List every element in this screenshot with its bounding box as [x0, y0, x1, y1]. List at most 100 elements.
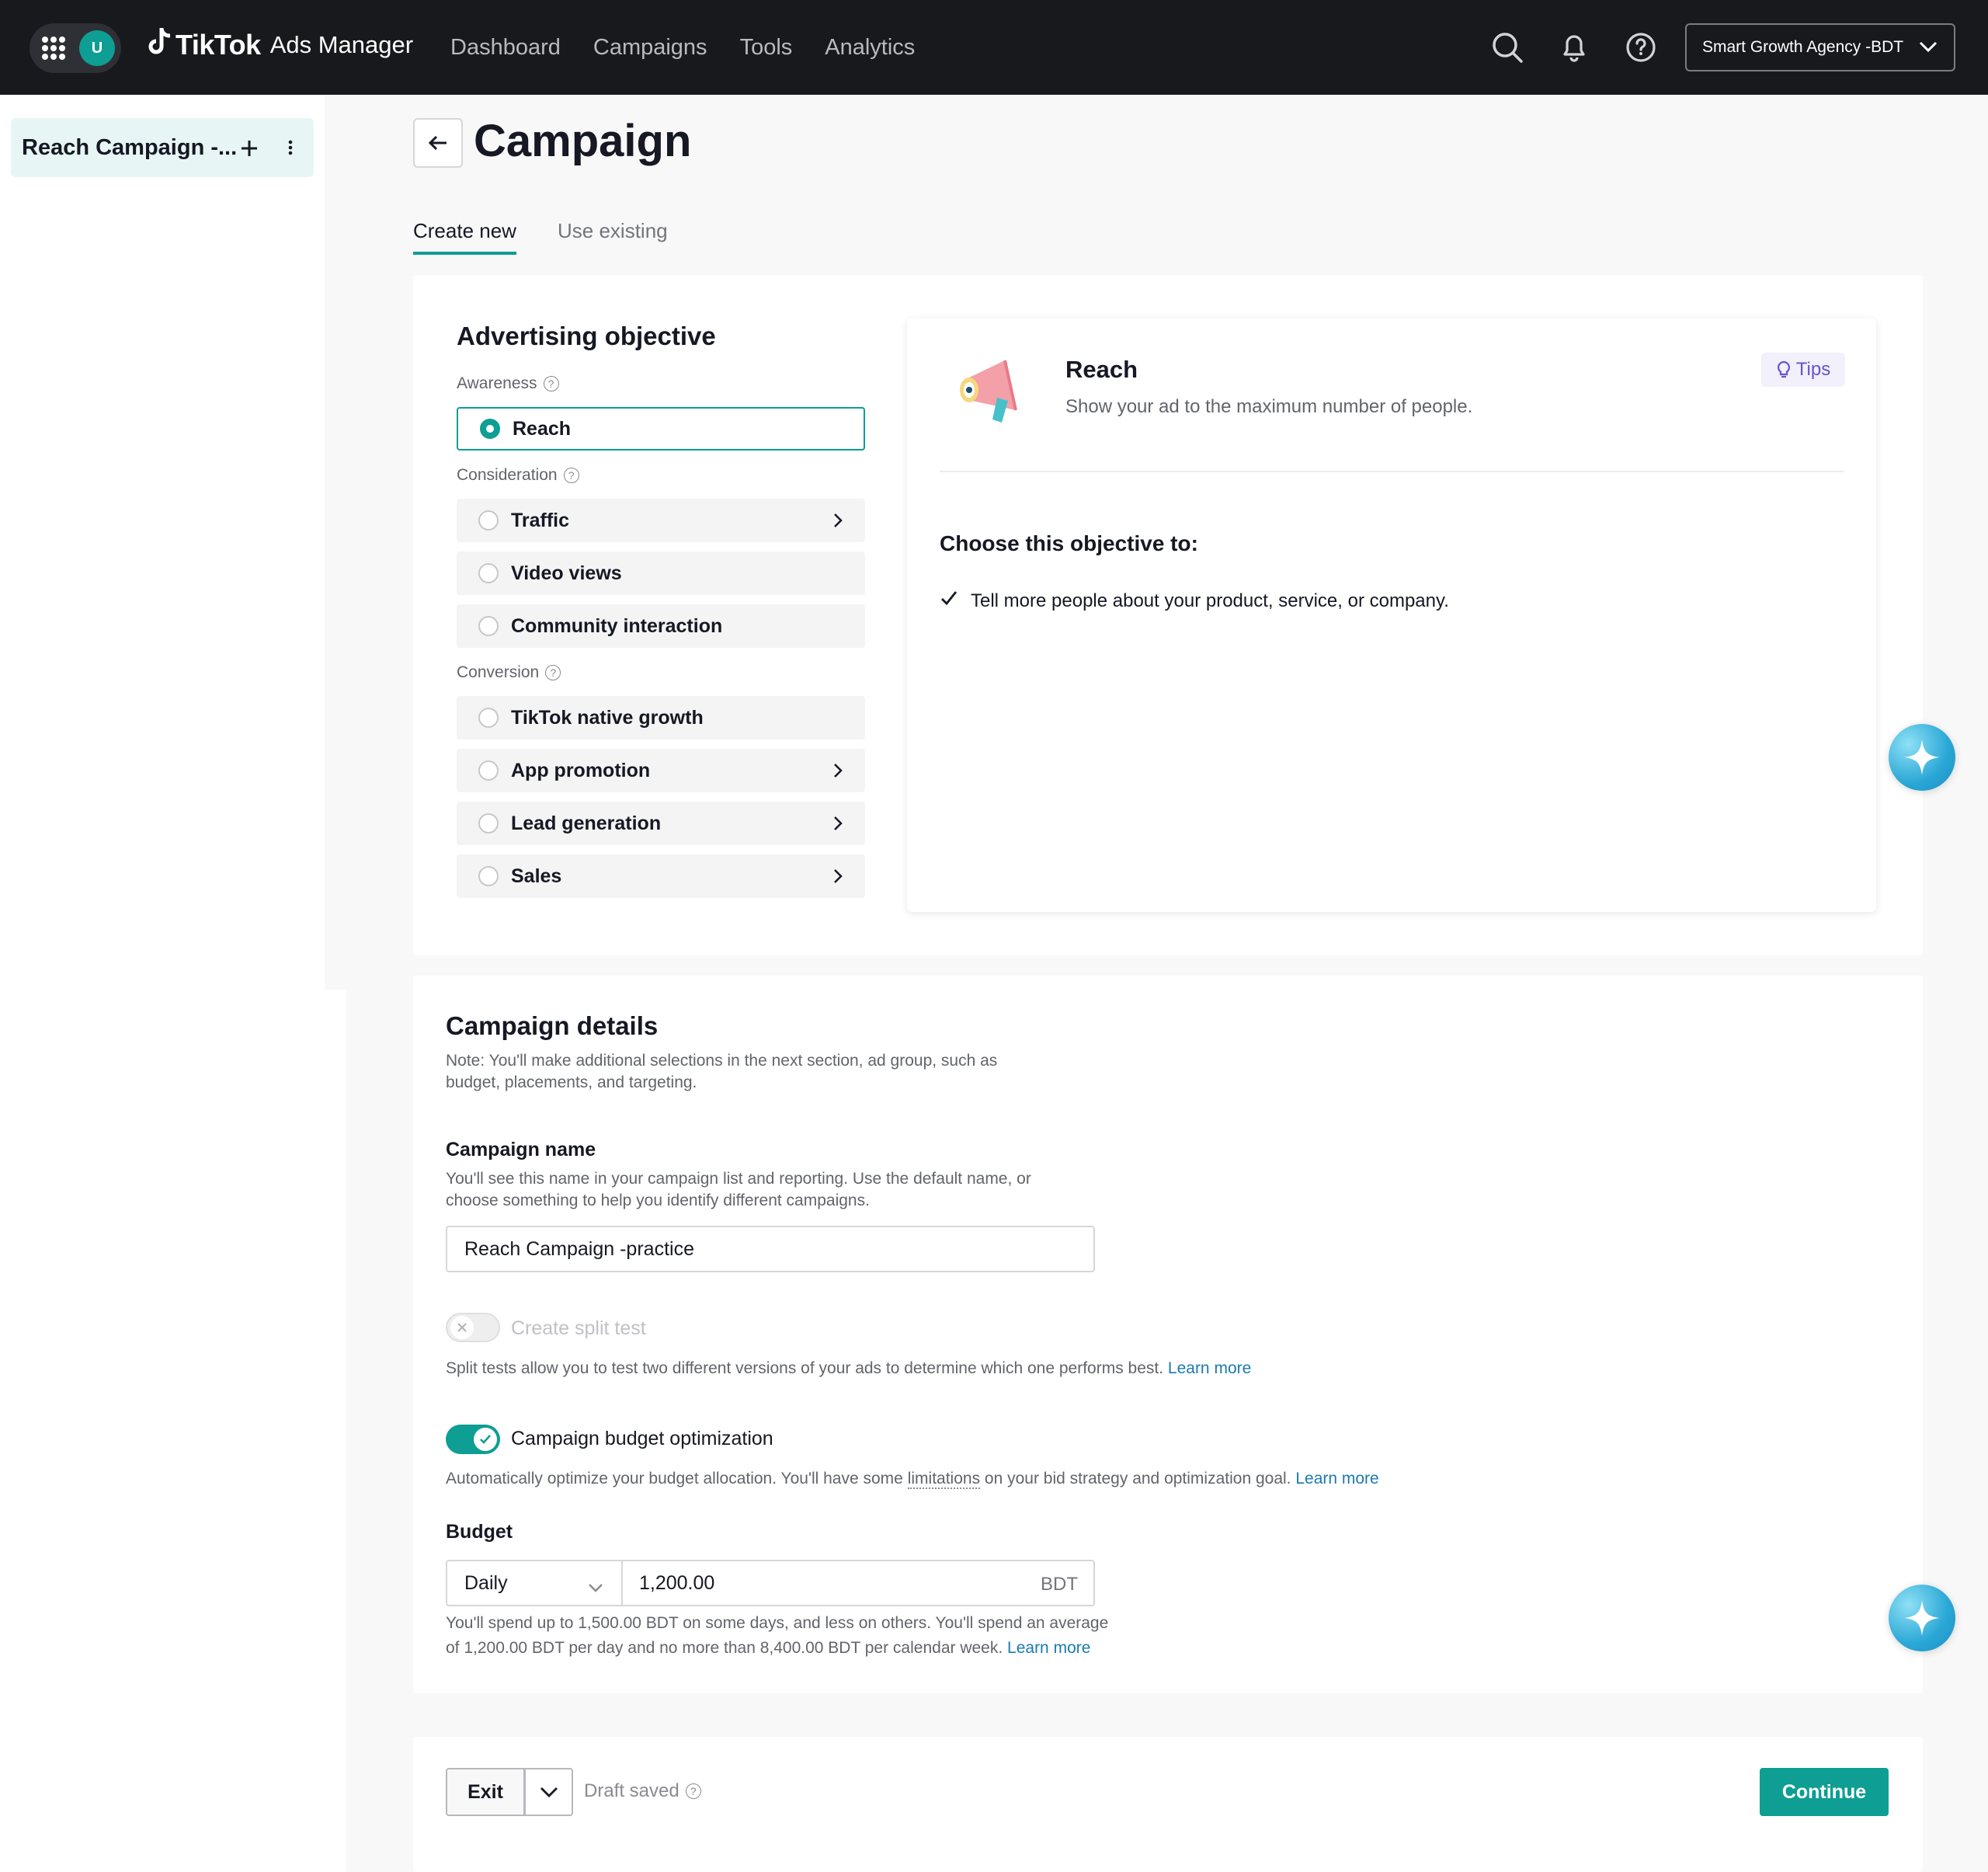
cbo-toggle[interactable] [446, 1425, 500, 1454]
megaphone-icon [951, 350, 1028, 431]
objective-option-sales[interactable]: Sales [457, 854, 865, 898]
nav-campaigns[interactable]: Campaigns [593, 35, 707, 61]
campaign-name-note: You'll see this name in your campaign li… [446, 1170, 1031, 1209]
radio [478, 708, 499, 728]
choose-objective-title: Choose this objective to: [940, 531, 1198, 555]
cbo-label: Campaign budget optimization [511, 1428, 773, 1449]
sparkle-icon [1904, 1600, 1940, 1636]
objective-option-native-growth[interactable]: TikTok native growth [457, 696, 865, 739]
help-icon[interactable] [1623, 30, 1659, 65]
objective-option-video-views[interactable]: Video views [457, 552, 865, 595]
logo-subtitle: Ads Manager [269, 31, 414, 58]
sidebar-item-campaign[interactable]: Reach Campaign -... [11, 118, 314, 177]
divider [940, 471, 1844, 472]
arrow-left-icon [428, 135, 447, 151]
apps-grid-icon [42, 37, 65, 60]
cbo-note: Automatically optimize your budget alloc… [446, 1470, 1379, 1489]
objective-option-traffic[interactable]: Traffic [457, 499, 865, 542]
chevron-down-icon [1918, 39, 1938, 59]
chevron-right-icon [832, 512, 843, 533]
budget-amount-input[interactable]: 1,200.00 BDT [621, 1560, 1095, 1606]
learn-more-link[interactable]: Learn more [1007, 1639, 1090, 1657]
exit-options-button[interactable] [525, 1768, 573, 1816]
split-test-toggle[interactable] [446, 1313, 500, 1342]
tab-use-existing[interactable]: Use existing [558, 219, 668, 243]
search-icon[interactable] [1489, 30, 1525, 65]
objective-section-title: Advertising objective [457, 322, 716, 350]
avatar[interactable]: U [79, 30, 115, 66]
details-note: Note: You'll make additional selections … [446, 1052, 998, 1091]
top-bar: U TikTok Ads Manager Dashboard Campaigns… [0, 0, 1988, 95]
draft-status: Draft saved? [584, 1780, 701, 1802]
radio [478, 510, 499, 531]
radio [478, 866, 499, 886]
sparkle-icon [1904, 739, 1940, 775]
continue-button[interactable]: Continue [1760, 1768, 1889, 1816]
main-nav: Dashboard Campaigns Tools Analytics [450, 0, 947, 95]
objective-option-app-promotion[interactable]: App promotion [457, 749, 865, 792]
help-icon[interactable]: ? [543, 376, 559, 391]
nav-tools[interactable]: Tools [740, 35, 793, 61]
sidebar-item-label: Reach Campaign -... [22, 134, 238, 160]
nav-dashboard[interactable]: Dashboard [450, 35, 561, 61]
account-selector[interactable]: Smart Growth Agency -BDT [1685, 23, 1955, 71]
sidebar: Reach Campaign -... [0, 95, 325, 990]
split-test-label: Create split test [511, 1317, 646, 1339]
group-label-awareness: Awareness? [457, 374, 559, 393]
tips-button[interactable]: Tips [1761, 353, 1845, 387]
checkmark-icon [940, 589, 958, 613]
ai-assistant-button-2[interactable] [1889, 1585, 1955, 1651]
nav-analytics[interactable]: Analytics [825, 35, 915, 61]
sidebar-lower [0, 990, 346, 1872]
ai-assistant-button[interactable] [1889, 724, 1955, 791]
account-name: Smart Growth Agency -BDT [1702, 38, 1904, 56]
radio [478, 813, 499, 833]
budget-type-select[interactable]: Daily [446, 1560, 623, 1606]
checkmark-icon [474, 1428, 497, 1451]
objective-info-title: Reach [1065, 356, 1138, 383]
chevron-right-icon [832, 868, 843, 889]
footer-bar: Exit Draft saved? Continue [413, 1737, 1923, 1872]
campaign-details-card: Campaign details Note: You'll make addit… [413, 976, 1923, 1693]
app-switcher[interactable]: U [30, 23, 121, 73]
more-options-icon[interactable] [287, 132, 294, 163]
add-icon[interactable] [241, 130, 258, 172]
bell-icon[interactable] [1556, 30, 1592, 65]
group-label-conversion: Conversion? [457, 663, 561, 682]
page-title: Campaign [474, 116, 692, 166]
help-icon[interactable]: ? [563, 468, 579, 483]
radio [478, 760, 499, 781]
learn-more-link[interactable]: Learn more [1168, 1359, 1251, 1377]
radio [478, 616, 499, 636]
close-icon [450, 1316, 474, 1339]
campaign-name-input[interactable]: Reach Campaign -practice [446, 1226, 1095, 1272]
learn-more-link[interactable]: Learn more [1295, 1470, 1378, 1488]
objective-option-lead-generation[interactable]: Lead generation [457, 802, 865, 845]
chevron-right-icon [832, 762, 843, 783]
help-icon[interactable]: ? [545, 665, 561, 680]
help-icon[interactable]: ? [685, 1783, 701, 1799]
tiktok-ads-manager-logo[interactable]: TikTok Ads Manager [148, 26, 413, 64]
chevron-down-icon [587, 1577, 604, 1599]
tiktok-logo-icon [148, 26, 172, 64]
back-button[interactable] [413, 118, 463, 168]
split-test-note: Split tests allow you to test two differ… [446, 1359, 1252, 1377]
radio-selected [480, 419, 500, 439]
budget-currency: BDT [1041, 1574, 1078, 1595]
objective-info-panel: Reach Show your ad to the maximum number… [907, 318, 1876, 912]
objective-option-community-interaction[interactable]: Community interaction [457, 604, 865, 648]
tab-create-new[interactable]: Create new [413, 219, 516, 255]
objective-info-description: Show your ad to the maximum number of pe… [1065, 396, 1473, 417]
advertising-objective-card: Advertising objective Awareness? Reach C… [413, 275, 1923, 955]
campaign-name-title: Campaign name [446, 1139, 596, 1160]
group-label-consideration: Consideration? [457, 466, 579, 485]
exit-button[interactable]: Exit [446, 1768, 525, 1816]
objective-option-reach[interactable]: Reach [457, 407, 865, 451]
limitations-link[interactable]: limitations [907, 1470, 981, 1489]
details-section-title: Campaign details [446, 1011, 659, 1040]
budget-note: You'll spend up to 1,500.00 BDT on some … [446, 1614, 1109, 1657]
radio [478, 563, 499, 583]
logo-brand: TikTok [176, 29, 261, 61]
budget-title: Budget [446, 1521, 513, 1543]
chevron-down-icon [539, 1785, 559, 1799]
